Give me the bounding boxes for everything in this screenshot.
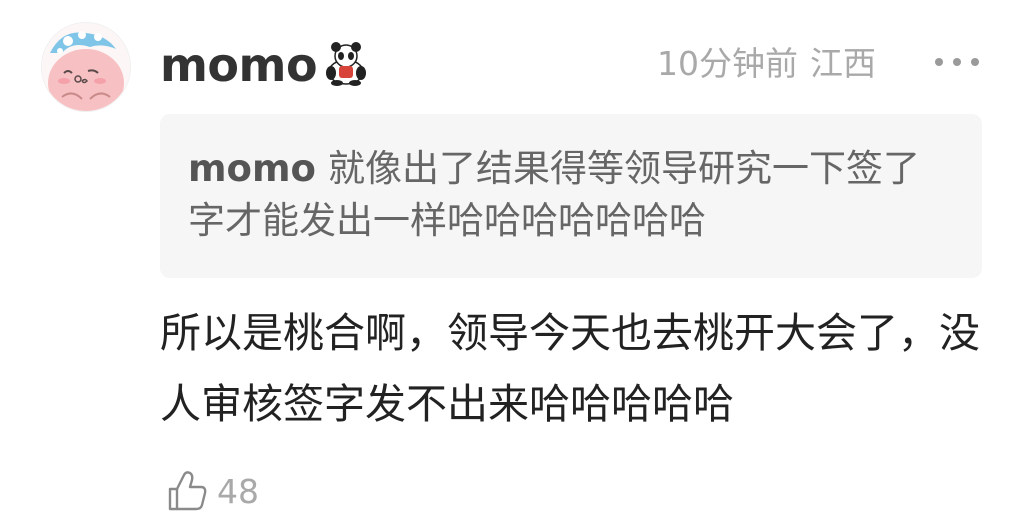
pink-cartoon-avatar-icon [42, 23, 130, 111]
avatar[interactable] [41, 22, 131, 112]
username[interactable]: momo [160, 38, 318, 92]
comment-card: momo 10分钟前 江西 momo 就像出了结果得等领导研究一下签了字才能发出一… [0, 0, 1024, 529]
comment-time: 10分钟前 [657, 44, 798, 83]
comment-location: 江西 [810, 44, 876, 83]
like-button[interactable]: 48 [165, 468, 259, 514]
more-dots-icon[interactable] [930, 46, 984, 78]
like-count: 48 [217, 471, 259, 511]
quoted-reply[interactable]: momo 就像出了结果得等领导研究一下签了字才能发出一样哈哈哈哈哈哈哈 [160, 114, 982, 278]
quoted-reply-text: momo 就像出了结果得等领导研究一下签了字才能发出一样哈哈哈哈哈哈哈 [188, 143, 948, 247]
thumbs-up-icon [168, 471, 207, 511]
panda-badge-icon [326, 42, 366, 86]
comment-body: 所以是桃合啊，领导今天也去桃开大会了，没人审核签字发不出来哈哈哈哈哈 [160, 309, 980, 428]
quoted-username[interactable]: momo [188, 147, 316, 190]
